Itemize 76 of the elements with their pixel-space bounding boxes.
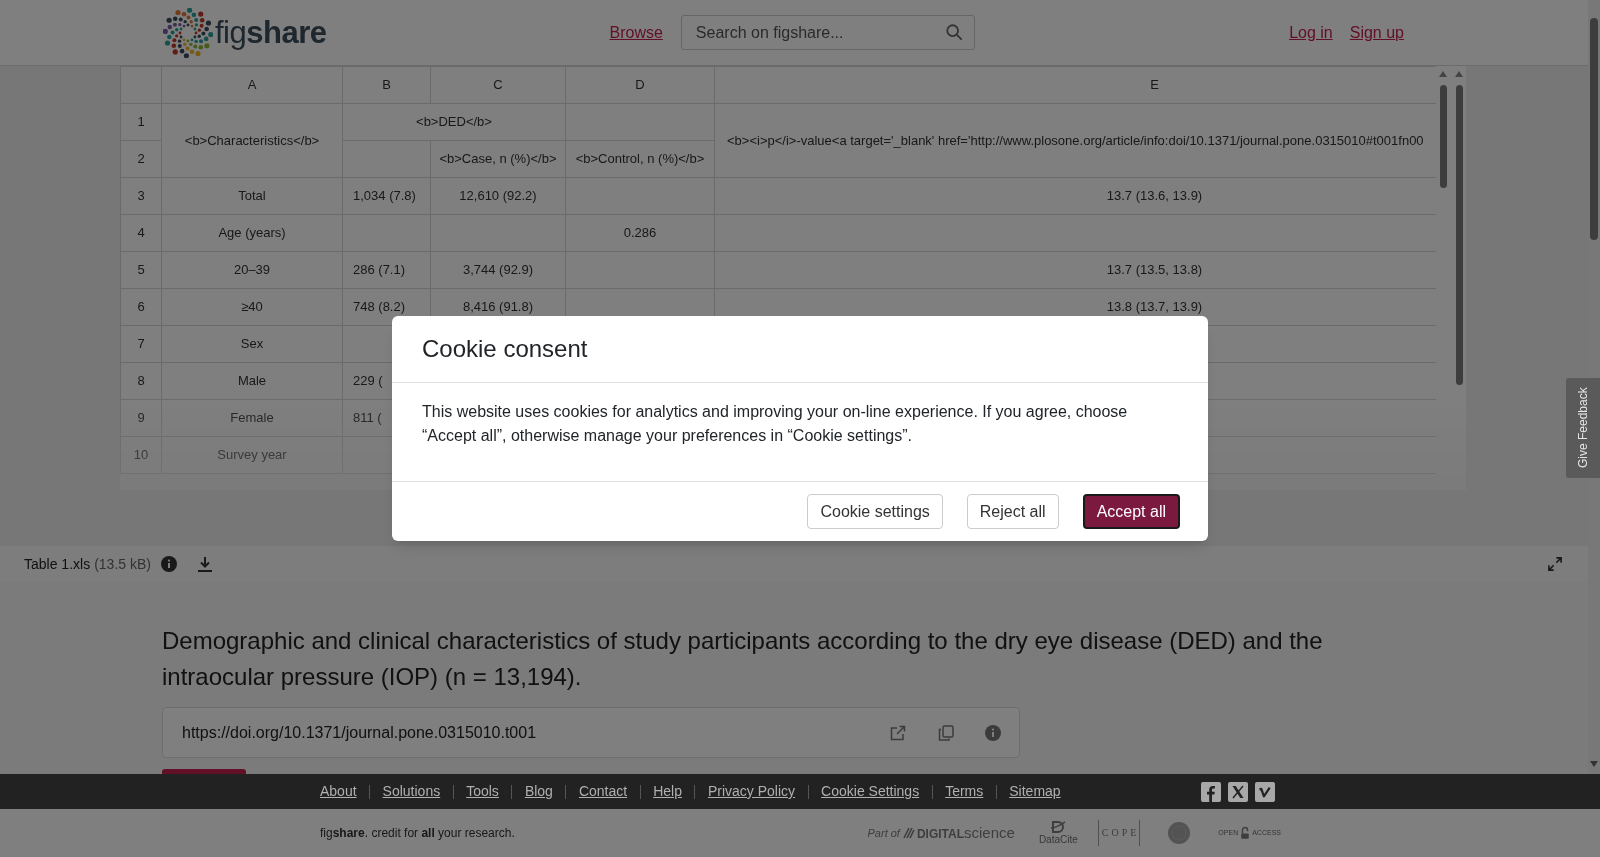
info-icon[interactable] (985, 724, 1001, 741)
tagline: figshare. credit for all your research. (320, 825, 515, 842)
cookie-settings-button[interactable]: Cookie settings (807, 494, 943, 529)
table-cell: <b>DED</b> (342, 103, 566, 141)
row-number: 5 (120, 251, 162, 289)
table-cell: Total (161, 177, 343, 215)
column-header: E (714, 66, 1436, 104)
footer-link[interactable]: Sitemap (996, 781, 1074, 802)
x-logo-icon[interactable] (1228, 781, 1248, 802)
row-number: 4 (120, 214, 162, 252)
dialog-title: Cookie consent (422, 334, 588, 364)
facebook-icon[interactable] (1201, 781, 1221, 802)
row-number: 1 (120, 103, 162, 141)
row-number: 8 (120, 362, 162, 400)
footer-link[interactable]: Blog (512, 781, 566, 802)
feedback-tab[interactable]: Give Feedback (1566, 378, 1600, 478)
accept-button[interactable]: Accept all (1082, 494, 1180, 529)
search-icon[interactable] (944, 23, 963, 41)
datacite-icon (1050, 820, 1067, 834)
seal-icon (1168, 822, 1191, 844)
row-number: 7 (120, 325, 162, 363)
download-icon[interactable] (196, 556, 213, 572)
table-cell: 20–39 (161, 251, 343, 289)
row-number: 6 (120, 288, 162, 326)
table-cell: 1,034 (7.8) (342, 177, 431, 215)
column-header: D (565, 66, 715, 104)
logo-text: DataCite (1038, 834, 1078, 846)
footer-link[interactable]: Contact (566, 781, 640, 802)
doi-url: https://doi.org/10.1371/journal.pone.0315010.t001 (182, 722, 537, 743)
row-number: 3 (120, 177, 162, 215)
copy-icon[interactable] (938, 724, 954, 741)
logo-text: COPE (1097, 820, 1141, 846)
scrollbar-thumb[interactable] (1439, 85, 1447, 188)
table-cell: 286 (7.1) (342, 251, 431, 289)
table-cell: Sex (161, 325, 343, 363)
table-cell: 12,610 (92.2) (430, 177, 566, 215)
footer-link[interactable]: Tools (453, 781, 512, 802)
table-cell: Survey year (161, 436, 343, 474)
vimeo-icon[interactable] (1255, 781, 1275, 802)
file-size: (13.5 kB) (94, 554, 151, 574)
reject-button[interactable]: Reject all (966, 494, 1059, 529)
spiral-dots-icon[interactable] (163, 7, 213, 58)
file-name: Table 1.xls (24, 554, 91, 574)
table-cell: <b>Characteristics</b> (161, 103, 343, 178)
table-cell: Male (161, 362, 343, 400)
scroll-down-icon[interactable] (1590, 761, 1598, 767)
footer-link[interactable]: Cookie Settings (808, 781, 932, 802)
logo-text[interactable]: figshare (215, 17, 327, 48)
logo-caption: Part of (867, 825, 900, 841)
column-header: B (342, 66, 431, 104)
footer-link[interactable]: Terms (932, 781, 996, 802)
scrollbar-thumb[interactable] (1455, 85, 1463, 385)
row-number: 2 (120, 140, 162, 178)
logo-text: DIGITALscience (916, 822, 1015, 843)
table-cell: <b>Case, n (%)</b> (430, 140, 566, 178)
expand-icon[interactable] (1548, 557, 1562, 571)
scrollbar-thumb[interactable] (1590, 18, 1598, 240)
search-field[interactable]: Search on figshare... (680, 15, 975, 50)
info-icon[interactable] (160, 556, 177, 572)
external-link-icon[interactable] (890, 724, 906, 741)
row-number: 10 (120, 436, 162, 474)
footer-link[interactable]: Privacy Policy (695, 781, 808, 802)
footer-link[interactable]: Help (640, 781, 695, 802)
column-header: A (161, 66, 343, 104)
figure-title: Demographic and clinical characteristics of study participants according to the dry eye disease (DED) and the intraocular pressure (IOP) (n = 13,194). (162, 626, 1324, 692)
footer-link[interactable]: Solutions (370, 781, 453, 802)
table-cell: 3,744 (92.9) (430, 251, 566, 289)
column-header: C (430, 66, 566, 104)
stripes-icon (902, 827, 915, 839)
footer-link[interactable]: About (320, 781, 370, 802)
table-cell: 0.286 (565, 214, 715, 252)
table-cell: Female (161, 399, 343, 437)
table-cell: Age (years) (161, 214, 343, 252)
table-cell: ≥40 (161, 288, 343, 326)
open-padlock-icon (1240, 826, 1251, 840)
row-number: 9 (120, 399, 162, 437)
